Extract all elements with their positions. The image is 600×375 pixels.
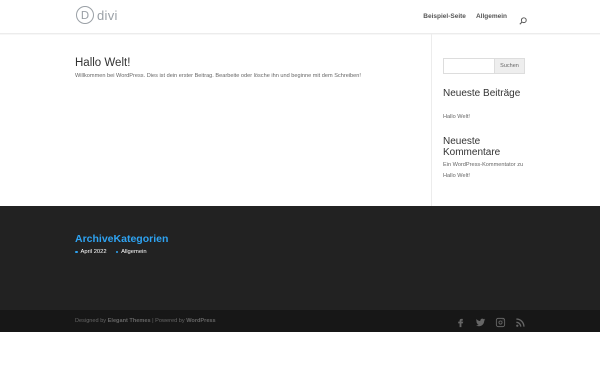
recent-posts-title: Neueste Beiträge (443, 88, 521, 99)
credits-designer-link[interactable]: Elegant Themes (108, 318, 151, 324)
bullet-icon (75, 250, 78, 254)
nav-item-beispiel-seite[interactable]: Beispiel-Seite (423, 13, 466, 20)
footer-link-label: April 2022 (80, 249, 107, 255)
bullet-icon (115, 250, 119, 254)
site-footer (0, 206, 600, 310)
footer-link-category[interactable]: Allgemein (115, 249, 147, 255)
recent-comment-link[interactable]: Ein WordPress-Kommentator zu Hallo Welt! (443, 160, 535, 182)
recent-comments-title: Neueste Kommentare (443, 136, 501, 158)
footer-widget-links: April 2022 Allgemein (75, 249, 147, 255)
social-icons (455, 315, 526, 328)
rss-icon[interactable] (515, 315, 526, 327)
twitter-icon[interactable] (475, 315, 486, 327)
facebook-icon[interactable] (455, 315, 466, 328)
credits-platform-link[interactable]: WordPress (186, 318, 215, 324)
search-icon[interactable] (519, 12, 527, 25)
sidebar-search-input[interactable] (443, 58, 495, 74)
credits-prefix: Designed by (75, 318, 108, 324)
recent-post-link[interactable]: Hallo Welt! (443, 112, 470, 123)
footer-link-label: Allgemein (121, 249, 147, 255)
post-title[interactable]: Hallo Welt! (75, 57, 130, 69)
credits-separator: | Powered by (150, 318, 187, 324)
nav-item-allgemein[interactable]: Allgemein (476, 13, 507, 20)
site-logo[interactable]: D divi (76, 6, 118, 24)
site-header: D divi Beispiel-Seite Allgemein (0, 0, 600, 34)
logo-mark-icon: D (76, 6, 94, 24)
footer-widget-heading: ArchiveKategorien (75, 233, 169, 245)
sidebar-search-button[interactable]: Suchen (495, 58, 525, 74)
footer-link-archive[interactable]: April 2022 (75, 249, 107, 255)
post-excerpt: Willkommen bei WordPress. Dies ist dein … (75, 73, 361, 79)
instagram-icon[interactable] (495, 315, 506, 328)
footer-credits: Designed by Elegant Themes | Powered by … (75, 318, 216, 324)
main-nav: Beispiel-Seite Allgemein (423, 12, 527, 25)
logo-text: divi (97, 7, 118, 23)
sidebar-divider (431, 34, 432, 206)
